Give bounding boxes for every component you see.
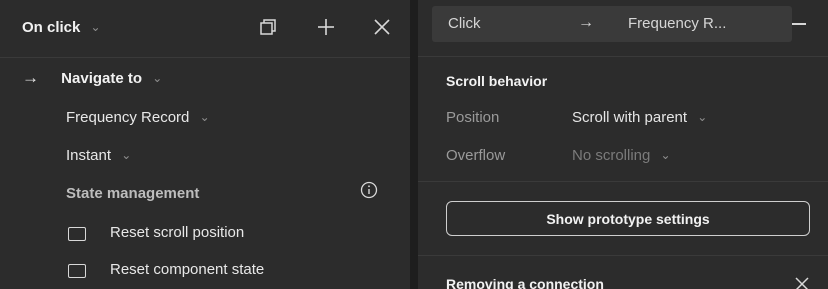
info-icon[interactable] <box>360 181 378 199</box>
position-dropdown[interactable]: Scroll with parent ⌄ <box>572 109 707 126</box>
reset-scroll-label: Reset scroll position <box>110 224 245 241</box>
action-label: Navigate to <box>61 70 143 87</box>
prototype-interaction-screen: On click ⌄ → Navigate to ⌄ Frequency Rec… <box>0 0 828 289</box>
prototype-properties-panel: Click → Frequency R... Scroll behavior P… <box>418 0 828 289</box>
divider <box>418 56 828 57</box>
connection-item[interactable]: Click → Frequency R... <box>432 6 792 42</box>
duplicate-icon[interactable] <box>256 15 280 39</box>
destination-label: Frequency Record <box>66 109 190 126</box>
animation-label: Instant <box>66 147 112 164</box>
arrow-right-icon: → <box>578 14 594 31</box>
trigger-dropdown[interactable]: On click ⌄ <box>22 19 101 36</box>
position-value: Scroll with parent <box>572 109 688 126</box>
chevron-down-icon: ⌄ <box>90 20 101 34</box>
divider <box>418 255 828 256</box>
reset-component-label: Reset component state <box>110 261 265 278</box>
trigger-label: On click <box>22 19 81 36</box>
reset-component-checkbox[interactable] <box>68 264 86 278</box>
chevron-down-icon: ⌄ <box>121 148 132 162</box>
chevron-down-icon: ⌄ <box>660 148 671 162</box>
plus-icon[interactable] <box>314 15 338 39</box>
position-label: Position <box>446 109 500 126</box>
close-icon[interactable] <box>370 15 394 39</box>
action-dropdown[interactable]: → Navigate to ⌄ <box>22 68 162 88</box>
connection-destination: Frequency R... <box>628 15 727 32</box>
minus-icon[interactable] <box>792 23 806 25</box>
state-management-heading: State management <box>66 185 200 202</box>
destination-dropdown[interactable]: Frequency Record ⌄ <box>66 109 210 126</box>
animation-dropdown[interactable]: Instant ⌄ <box>66 147 131 164</box>
overflow-value: No scrolling <box>572 147 651 164</box>
chevron-down-icon: ⌄ <box>697 110 708 124</box>
show-prototype-settings-button[interactable]: Show prototype settings <box>446 201 810 236</box>
divider <box>418 181 828 182</box>
connection-trigger: Click <box>448 15 481 32</box>
tip-title: Removing a connection <box>446 276 604 289</box>
overflow-label: Overflow <box>446 147 506 164</box>
interaction-header: On click ⌄ <box>0 0 410 58</box>
scroll-behavior-heading: Scroll behavior <box>446 73 548 89</box>
reset-scroll-checkbox[interactable] <box>68 227 86 241</box>
chevron-down-icon: ⌄ <box>199 110 210 124</box>
overflow-dropdown[interactable]: No scrolling ⌄ <box>572 147 671 164</box>
arrow-right-icon: → <box>22 68 39 87</box>
close-icon[interactable] <box>794 276 810 289</box>
chevron-down-icon: ⌄ <box>152 71 163 85</box>
interaction-details-panel: On click ⌄ → Navigate to ⌄ Frequency Rec… <box>0 0 410 289</box>
